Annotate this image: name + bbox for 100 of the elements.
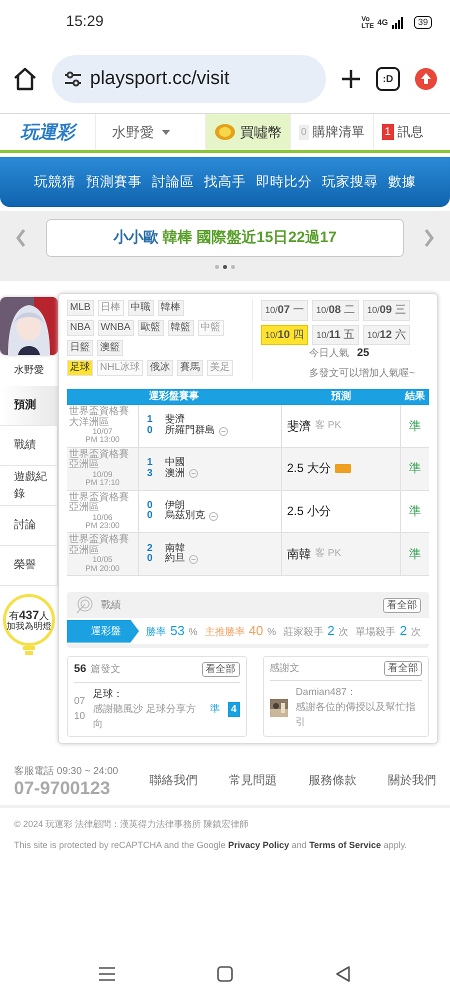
date-tab[interactable]: 10/09 三 — [363, 300, 410, 320]
sport-tag[interactable]: 韓籃 — [168, 320, 194, 336]
menu-item[interactable]: 榮譽 — [0, 546, 58, 586]
address-field[interactable]: playsport.cc/visit — [52, 55, 326, 103]
reply-user: Damian487： — [296, 686, 358, 700]
nav-link[interactable]: 預測賽事 — [86, 172, 142, 192]
nav-link[interactable]: 玩競猜 — [34, 172, 76, 192]
bulb-base-icon — [21, 646, 37, 656]
stat-unit: % — [188, 626, 198, 640]
upload-icon[interactable] — [414, 67, 438, 91]
back-icon[interactable] — [335, 966, 351, 982]
sport-tag: 美足 — [207, 360, 234, 376]
lamp-suffix: 人 — [39, 612, 50, 622]
team-name: 約旦 — [165, 554, 185, 565]
date-tab[interactable]: 10/12 六 — [363, 324, 410, 345]
menu-item[interactable]: 討論 — [0, 506, 58, 546]
battery-icon: 39 — [414, 16, 432, 29]
coin-icon — [214, 123, 236, 141]
team-name: 伊朗 — [165, 500, 185, 511]
match-date: 10/05 — [91, 556, 114, 565]
pick-text: 南韓 — [287, 548, 311, 561]
new-tab-icon[interactable] — [340, 68, 362, 90]
date-tab[interactable]: 10/07 一 — [261, 300, 308, 320]
nav-link[interactable]: 即時比分 — [256, 172, 312, 192]
stat-unit: 次 — [338, 626, 349, 640]
match-date: 10/09 — [91, 470, 114, 479]
signal-icon — [392, 16, 404, 28]
footer-link[interactable]: 常見問題 — [229, 771, 278, 790]
menu-item[interactable]: 預測 — [0, 386, 58, 426]
post-count: 56 — [74, 662, 86, 678]
post-badge: 4 — [228, 702, 240, 717]
carousel-dot[interactable] — [215, 265, 219, 269]
team-score: 1 — [147, 415, 154, 426]
league-name: 世界盃資格賽亞洲區 — [69, 492, 130, 514]
pick-text: 2.5 大分 — [287, 462, 332, 475]
pick-note: 客 PK — [315, 420, 342, 432]
stat-label: 勝率 — [146, 626, 166, 640]
date-tab[interactable]: 10/11 五 — [312, 324, 359, 345]
terms-link[interactable]: Terms of Service — [309, 840, 382, 850]
footer-link[interactable]: 服務條款 — [308, 771, 357, 790]
messages-link[interactable]: 1 訊息 — [374, 114, 432, 150]
banner-text: 韓棒 國際盤近15日22過17 — [162, 228, 337, 248]
sport-tag[interactable]: 日籃 — [67, 340, 93, 356]
match-time: PM 17:10 — [84, 479, 121, 488]
match-date: 10/06 — [91, 514, 114, 522]
sport-tag[interactable]: 賽馬 — [177, 360, 204, 376]
popularity-hint: 多發文可以增加人氣喔~ — [309, 366, 416, 380]
footer-link[interactable]: 聯絡我們 — [150, 771, 198, 790]
hotline-label: 客服電話 09:30 ~ 24:00 — [14, 764, 118, 779]
team-name: 中國 — [165, 458, 185, 468]
carousel-dot[interactable] — [223, 265, 227, 269]
view-all-button[interactable]: 看全部 — [384, 661, 422, 676]
coin-label: 買噓幣 — [240, 122, 282, 142]
view-all-button[interactable]: 看全部 — [383, 598, 421, 613]
view-all-button[interactable]: 看全部 — [202, 662, 240, 677]
privacy-policy-link[interactable]: Privacy Policy — [228, 840, 290, 850]
messages-label: 訊息 — [398, 123, 424, 142]
stat-value: 2 — [327, 622, 335, 640]
home-icon[interactable] — [12, 66, 38, 92]
carousel-dot[interactable] — [231, 265, 235, 269]
sport-tag[interactable]: 中職 — [128, 300, 154, 316]
nav-link[interactable]: 玩家搜尋 — [322, 172, 378, 192]
sport-tag[interactable]: 足球 — [67, 360, 93, 376]
network-label: 4G — [377, 16, 388, 28]
popularity-value: 25 — [357, 346, 370, 361]
site-logo[interactable]: 玩運彩 — [0, 114, 96, 150]
coin-button[interactable]: 買噓幣 — [206, 114, 291, 150]
team-name: 所羅門群島 — [165, 426, 215, 436]
cart-link[interactable]: 0 購牌清單 — [291, 114, 374, 150]
sport-tag[interactable]: NBA — [67, 320, 94, 336]
date-tab[interactable]: 10/10 四 — [261, 324, 308, 345]
team-name: 南韓 — [165, 544, 185, 554]
sport-tag[interactable]: WNBA — [98, 320, 134, 336]
nav-link[interactable]: 找高手 — [204, 172, 246, 192]
team-name: 澳洲 — [165, 468, 185, 480]
date-tab[interactable]: 10/08 二 — [312, 300, 359, 320]
league-name: 世界盃資格賽亞洲區 — [69, 535, 130, 556]
site-settings-icon — [64, 71, 82, 87]
sport-tag[interactable]: 俄冰 — [147, 360, 174, 376]
pick-text: 2.5 小分 — [287, 505, 332, 518]
lamp-prefix: 有 — [8, 612, 19, 622]
sport-tag[interactable]: 歐籃 — [138, 320, 164, 336]
recent-apps-icon[interactable] — [99, 967, 115, 981]
lamp-badge[interactable]: 有437人 加我為明燈 — [3, 594, 55, 646]
sport-tag[interactable]: MLB — [67, 300, 94, 316]
team-score: 0 — [147, 511, 154, 522]
nav-link[interactable]: 討論區 — [152, 172, 194, 192]
sport-tag[interactable]: 澳籃 — [97, 340, 123, 356]
nav-link[interactable]: 數據 — [388, 172, 416, 192]
league-name: 世界盃資格賽亞洲區 — [69, 450, 130, 471]
home-button-icon[interactable] — [217, 966, 233, 982]
match-time: PM 23:00 — [84, 522, 121, 530]
message-count: 1 — [382, 124, 394, 140]
sport-tag[interactable]: 韓棒 — [158, 300, 184, 316]
profile-name: 水野愛 — [14, 364, 44, 378]
team-name: 斐濟 — [165, 415, 185, 426]
tab-switcher[interactable]: :D — [376, 67, 400, 91]
menu-item[interactable]: 遊戲紀錄 — [0, 466, 58, 506]
footer-link[interactable]: 關於我們 — [388, 771, 436, 790]
menu-item[interactable]: 戰績 — [0, 426, 58, 466]
